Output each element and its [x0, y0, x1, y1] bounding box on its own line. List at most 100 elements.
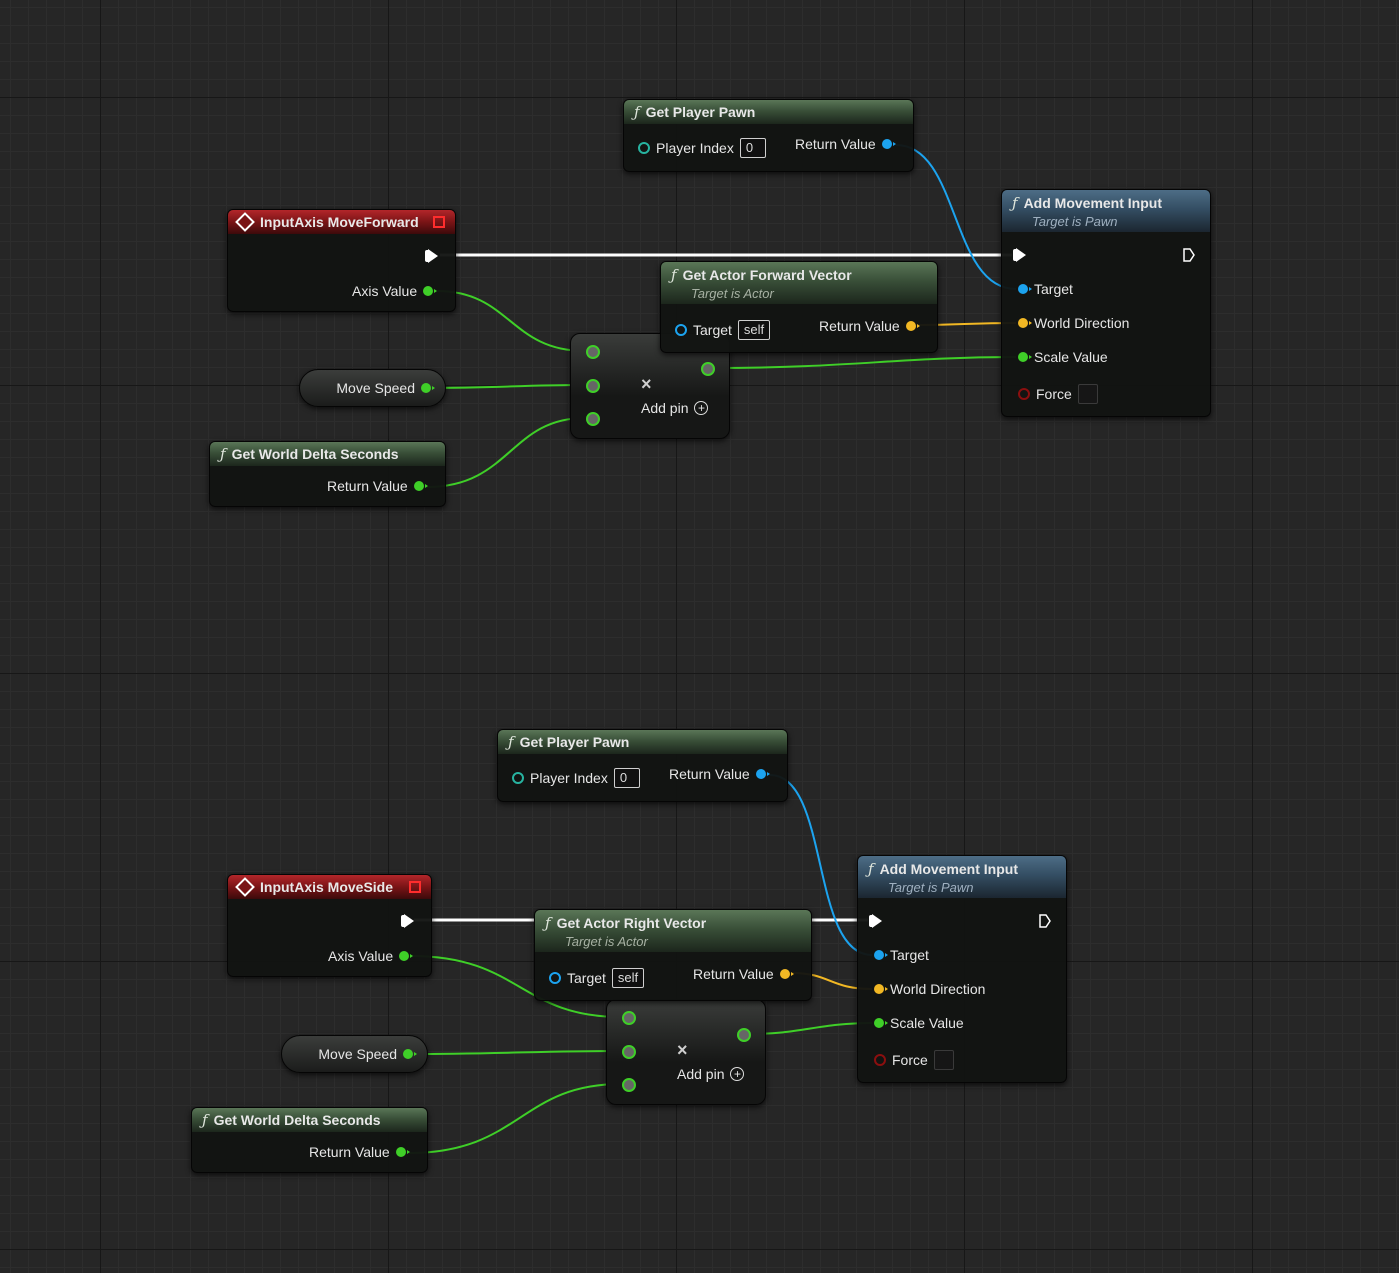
- get-world-delta-seconds-node[interactable]: ƒ Get World Delta Seconds Return Value: [209, 441, 446, 507]
- exec-in-pin[interactable]: [1013, 248, 1026, 262]
- exec-out-pin-row[interactable]: [425, 249, 438, 263]
- delegate-square-icon[interactable]: [409, 881, 421, 893]
- axis-value-pin[interactable]: [399, 951, 414, 961]
- target-pin-row[interactable]: Target self: [549, 968, 645, 988]
- return-value-pin[interactable]: [413, 481, 428, 491]
- force-pin[interactable]: [1018, 388, 1030, 400]
- exec-out-pin[interactable]: [401, 914, 414, 928]
- multiply-input-pin[interactable]: [586, 412, 600, 426]
- multiply-output-pin[interactable]: [701, 362, 715, 376]
- multiply-input-pin[interactable]: [622, 1078, 636, 1092]
- return-value-pin[interactable]: [779, 969, 794, 979]
- world-direction-pin[interactable]: [1018, 318, 1032, 328]
- pin-label: Return Value: [327, 478, 408, 494]
- return-value-pin[interactable]: [395, 1147, 410, 1157]
- world-direction-pin[interactable]: [874, 984, 888, 994]
- exec-out-pin-row[interactable]: [401, 914, 414, 928]
- add-pin-button[interactable]: Add pin +: [677, 1066, 745, 1082]
- delegate-square-icon[interactable]: [433, 216, 445, 228]
- exec-in-pin-row[interactable]: [869, 914, 882, 928]
- return-value-pin[interactable]: [881, 139, 896, 149]
- axis-value-pin-row[interactable]: Axis Value: [328, 948, 414, 964]
- multiply-output-pin[interactable]: [737, 1028, 751, 1042]
- return-value-pin-row[interactable]: Return Value: [327, 478, 428, 494]
- node-title: InputAxis MoveSide: [260, 879, 394, 895]
- function-f-icon: ƒ: [202, 1111, 208, 1129]
- move-speed-pin[interactable]: [403, 1049, 417, 1059]
- player-index-pin-row[interactable]: Player Index 0: [638, 138, 766, 158]
- exec-out-pin-row[interactable]: [1182, 247, 1196, 263]
- player-index-pin[interactable]: [638, 142, 650, 154]
- force-checkbox[interactable]: [933, 1050, 954, 1070]
- get-actor-forward-vector-node[interactable]: ƒ Get Actor Forward Vector Target is Acto…: [660, 261, 938, 353]
- axis-value-pin-row[interactable]: Axis Value: [352, 283, 438, 299]
- multiply-node[interactable]: × Add pin +: [606, 999, 766, 1105]
- exec-out-pin[interactable]: [1038, 913, 1052, 929]
- target-pin-row[interactable]: Target: [1018, 281, 1073, 297]
- move-speed-pin[interactable]: [421, 383, 435, 393]
- scale-value-pin-row[interactable]: Scale Value: [1018, 349, 1108, 365]
- exec-in-pin[interactable]: [869, 914, 882, 928]
- return-value-pin-row[interactable]: Return Value: [669, 766, 770, 782]
- node-header: ƒ Get Player Pawn: [498, 730, 787, 754]
- player-index-field[interactable]: 0: [613, 768, 640, 788]
- add-movement-input-node[interactable]: ƒ Add Movement Input Target is Pawn Targe…: [857, 855, 1067, 1083]
- get-world-delta-seconds-node[interactable]: ƒ Get World Delta Seconds Return Value: [191, 1107, 428, 1173]
- input-axis-event-node[interactable]: InputAxis MoveSide Axis Value: [227, 874, 432, 977]
- scale-value-pin[interactable]: [1018, 352, 1032, 362]
- return-value-pin[interactable]: [755, 769, 770, 779]
- exec-out-pin[interactable]: [1182, 247, 1196, 263]
- exec-in-pin-row[interactable]: [1013, 248, 1026, 262]
- scale-value-pin[interactable]: [874, 1018, 888, 1028]
- move-speed-variable-node[interactable]: Move Speed: [299, 369, 446, 407]
- move-speed-variable-node[interactable]: Move Speed: [281, 1035, 428, 1073]
- axis-value-pin[interactable]: [423, 286, 438, 296]
- return-value-pin-row[interactable]: Return Value: [819, 318, 920, 334]
- target-pin[interactable]: [675, 324, 687, 336]
- force-pin[interactable]: [874, 1054, 886, 1066]
- pin-label: Axis Value: [352, 283, 418, 299]
- target-pin[interactable]: [549, 972, 561, 984]
- target-pin[interactable]: [874, 950, 888, 960]
- multiply-input-pin[interactable]: [586, 345, 600, 359]
- world-direction-pin-row[interactable]: World Direction: [874, 981, 985, 997]
- add-pin-button[interactable]: Add pin +: [641, 400, 709, 416]
- force-pin-row[interactable]: Force: [1018, 384, 1098, 404]
- get-actor-right-vector-node[interactable]: ƒ Get Actor Right Vector Target is Actor …: [534, 909, 812, 1001]
- node-header: InputAxis MoveSide: [228, 875, 431, 899]
- target-self-field[interactable]: self: [611, 968, 645, 988]
- player-index-field[interactable]: 0: [739, 138, 766, 158]
- pin-label: Return Value: [669, 766, 750, 782]
- exec-out-pin-row[interactable]: [1038, 913, 1052, 929]
- player-index-pin-row[interactable]: Player Index 0: [512, 768, 640, 788]
- node-title: Get Player Pawn: [645, 104, 756, 120]
- world-direction-pin-row[interactable]: World Direction: [1018, 315, 1129, 331]
- multiply-input-pin[interactable]: [586, 379, 600, 393]
- force-pin-row[interactable]: Force: [874, 1050, 954, 1070]
- return-value-pin-row[interactable]: Return Value: [309, 1144, 410, 1160]
- return-value-pin[interactable]: [905, 321, 920, 331]
- scale-value-pin-row[interactable]: Scale Value: [874, 1015, 964, 1031]
- input-axis-event-node[interactable]: InputAxis MoveForward Axis Value: [227, 209, 456, 312]
- target-pin-row[interactable]: Target: [874, 947, 929, 963]
- return-value-pin-row[interactable]: Return Value: [795, 136, 896, 152]
- node-header: ƒ Get Player Pawn: [624, 100, 913, 124]
- multiply-input-pin[interactable]: [622, 1045, 636, 1059]
- exec-out-pin[interactable]: [425, 249, 438, 263]
- node-title: Get Actor Forward Vector: [682, 266, 852, 283]
- target-pin-row[interactable]: Target self: [675, 320, 771, 340]
- target-pin[interactable]: [1018, 284, 1032, 294]
- force-checkbox[interactable]: [1077, 384, 1098, 404]
- node-subtitle: Target is Pawn: [888, 879, 974, 895]
- add-movement-input-node[interactable]: ƒ Add Movement Input Target is Pawn Targe…: [1001, 189, 1211, 417]
- target-self-field[interactable]: self: [737, 320, 771, 340]
- delta-multiply-wire: [408, 1083, 622, 1154]
- speed-multiply-wire: [406, 1050, 622, 1055]
- pin-label: Return Value: [693, 966, 774, 982]
- multiply-input-pin[interactable]: [622, 1011, 636, 1025]
- get-player-pawn-node[interactable]: ƒ Get Player Pawn Player Index 0 Return V…: [623, 99, 914, 172]
- get-player-pawn-node[interactable]: ƒ Get Player Pawn Player Index 0 Return V…: [497, 729, 788, 802]
- player-index-pin[interactable]: [512, 772, 524, 784]
- return-value-pin-row[interactable]: Return Value: [693, 966, 794, 982]
- axis-multiply-wire: [436, 290, 586, 352]
